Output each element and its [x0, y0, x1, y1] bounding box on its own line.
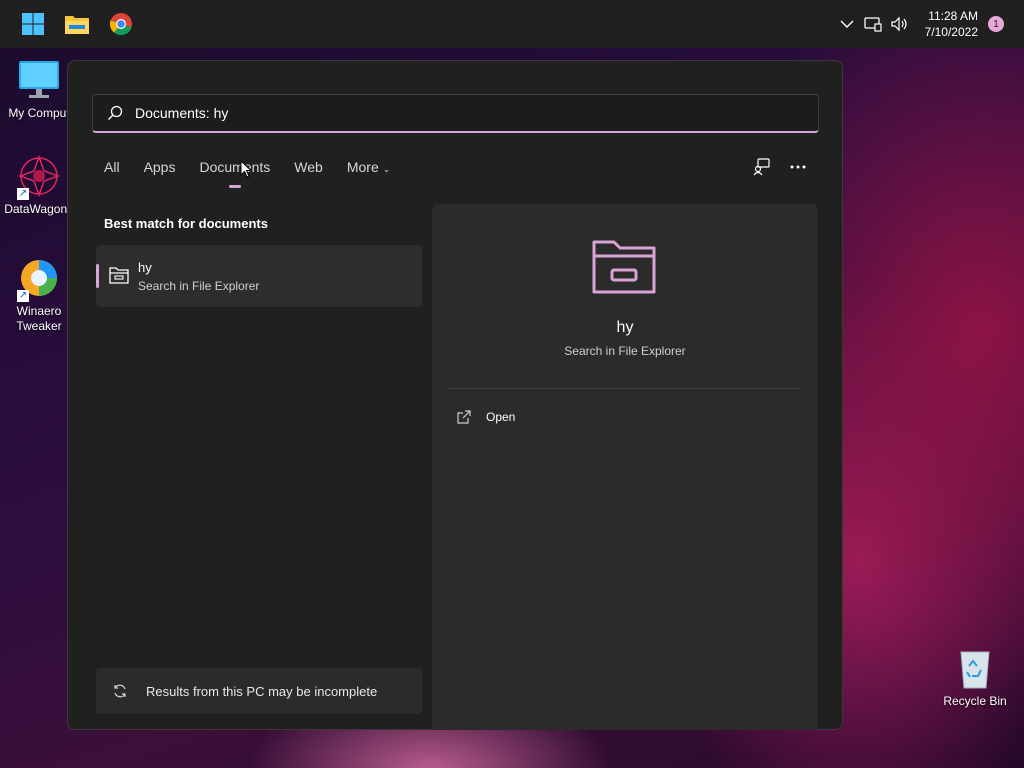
search-icon: [107, 105, 123, 121]
tab-apps[interactable]: Apps: [144, 159, 176, 179]
desktop-icon-winaero-tweaker[interactable]: ↗ Winaero Tweaker: [1, 256, 77, 334]
desktop-icon-label: My Comput: [8, 106, 70, 120]
clock-time: 11:28 AM: [928, 9, 978, 23]
open-external-icon: [456, 409, 472, 425]
file-explorer-icon: [108, 264, 130, 286]
datawagon-icon: ↗: [17, 154, 61, 200]
clock-date: 7/10/2022: [924, 25, 978, 39]
chrome-icon[interactable]: [107, 10, 135, 38]
search-input[interactable]: [135, 105, 785, 121]
shortcut-arrow-icon: ↗: [17, 188, 29, 200]
incomplete-results-note: Results from this PC may be incomplete: [96, 668, 422, 714]
shortcut-arrow-icon: ↗: [17, 290, 29, 302]
selection-indicator: [96, 264, 99, 288]
notification-badge[interactable]: 1: [988, 16, 1004, 32]
system-tray: 11:28 AM 7/10/2022 1: [835, 0, 1024, 48]
recycle-bin-icon: [953, 646, 997, 690]
monitor-icon: [17, 58, 61, 102]
chevron-up-icon[interactable]: [835, 12, 859, 36]
windows-logo-icon[interactable]: [19, 10, 47, 38]
open-action[interactable]: Open: [456, 409, 515, 425]
open-action-label: Open: [486, 410, 516, 424]
search-panel: All Apps Documents Web More⌄ Best match …: [67, 60, 843, 730]
desktop-icon-label: Winaero Tweaker: [16, 304, 62, 333]
desktop-icon-label: Recycle Bin: [943, 694, 1007, 708]
tab-documents[interactable]: Documents: [199, 159, 270, 188]
folder-icon: [591, 236, 657, 296]
divider: [448, 388, 800, 389]
clock[interactable]: 11:28 AM 7/10/2022: [925, 8, 978, 40]
preview-title: hy: [616, 319, 634, 336]
more-options-icon[interactable]: [784, 157, 812, 177]
chevron-down-icon: ⌄: [382, 164, 391, 174]
mouse-cursor-icon: [240, 159, 253, 178]
preview-pane: hy Search in File Explorer Open: [432, 204, 818, 730]
desktop-icon-my-computer[interactable]: My Comput: [1, 58, 77, 121]
result-subtitle: Search in File Explorer: [138, 279, 260, 293]
tab-more-label: More: [346, 159, 379, 175]
folder-icon[interactable]: [63, 10, 91, 38]
search-feedback-icon[interactable]: [748, 157, 776, 177]
network-icon[interactable]: [861, 12, 885, 36]
search-tools: [740, 157, 812, 177]
preview-subtitle: Search in File Explorer: [564, 344, 686, 358]
desktop-icon-label: DataWagon..: [4, 202, 74, 216]
tab-more[interactable]: More ⌄: [347, 159, 390, 179]
search-tabs: All Apps Documents Web More ⌄: [104, 159, 414, 188]
search-box[interactable]: [92, 94, 819, 133]
sync-icon: [112, 683, 128, 699]
desktop-icon-datawagon[interactable]: ↗ DataWagon..: [1, 154, 77, 217]
section-title: Best match for documents: [104, 216, 268, 231]
winaero-icon: ↗: [17, 256, 61, 302]
footer-note-text: Results from this PC may be incomplete: [146, 683, 378, 699]
best-match-result[interactable]: hy Search in File Explorer: [96, 245, 422, 307]
volume-icon[interactable]: [887, 12, 911, 36]
tab-web[interactable]: Web: [294, 159, 323, 179]
result-title: hy: [138, 260, 152, 275]
desktop-icon-recycle-bin[interactable]: Recycle Bin: [937, 646, 1013, 709]
tab-all[interactable]: All: [104, 159, 120, 179]
taskbar: 11:28 AM 7/10/2022 1: [0, 0, 1024, 48]
